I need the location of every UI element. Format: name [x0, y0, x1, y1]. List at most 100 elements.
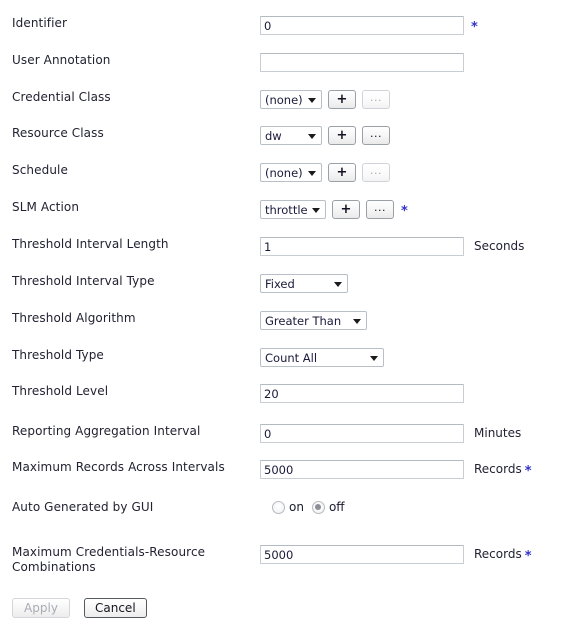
chevron-down-icon [334, 281, 342, 287]
cancel-button[interactable]: Cancel [84, 598, 147, 618]
slm-configuration-form: Identifier * User Annotation Credential … [0, 0, 580, 629]
field-control-reporting-aggregation-interval [260, 424, 464, 443]
form-row-auto-generated-by-gui: Auto Generated by GUI on off [0, 500, 580, 532]
field-label-maximum-credentials-resource-combinations: Maximum Credentials-Resource Combination… [12, 545, 252, 575]
chevron-down-icon [370, 355, 378, 361]
field-control-identifier: * [260, 16, 478, 35]
field-label-auto-generated-by-gui: Auto Generated by GUI [12, 500, 154, 514]
plus-icon: + [336, 164, 348, 180]
required-marker: * [524, 549, 532, 564]
ellipsis-icon: ... [370, 127, 382, 140]
form-row-user-annotation: User Annotation [0, 53, 580, 85]
form-row-threshold-interval-type: Threshold Interval Type Fixed [0, 274, 580, 306]
field-control-credential-class: (none) + ... [260, 90, 390, 109]
form-row-resource-class: Resource Class dw + ... [0, 126, 580, 158]
field-label-threshold-algorithm: Threshold Algorithm [12, 311, 136, 325]
form-row-slm-action: SLM Action throttle + ... * [0, 200, 580, 232]
radio-option-off[interactable]: off [311, 500, 345, 514]
field-label-threshold-type: Threshold Type [12, 348, 104, 362]
threshold-level-input[interactable] [260, 384, 464, 403]
form-row-maximum-records-across-intervals: Maximum Records Across Intervals Records… [0, 460, 580, 492]
field-control-slm-action: throttle + ... * [260, 200, 408, 219]
field-control-threshold-type: Count All [260, 348, 384, 367]
field-control-maximum-credentials-resource-combinations [260, 545, 464, 564]
schedule-add-button[interactable]: + [328, 163, 356, 182]
form-row-maximum-credentials-resource-combinations: Maximum Credentials-Resource Combination… [0, 545, 580, 577]
required-marker: * [471, 20, 478, 35]
resource-class-add-button[interactable]: + [328, 126, 356, 145]
threshold-interval-type-select[interactable]: Fixed [260, 274, 348, 293]
credential-class-value: (none) [265, 92, 303, 107]
slm-action-select[interactable]: throttle [260, 200, 326, 219]
reporting-aggregation-interval-input[interactable] [260, 424, 464, 443]
field-control-threshold-interval-length [260, 237, 464, 256]
resource-class-select[interactable]: dw [260, 126, 322, 145]
plus-icon: + [336, 91, 348, 107]
unit-text: Records [474, 462, 522, 476]
field-label-reporting-aggregation-interval: Reporting Aggregation Interval [12, 424, 201, 438]
field-label-threshold-interval-length: Threshold Interval Length [12, 237, 169, 251]
chevron-down-icon [308, 97, 316, 103]
radio-button-off[interactable] [311, 500, 325, 514]
resource-class-value: dw [265, 128, 282, 143]
radio-label-off: off [328, 500, 345, 514]
threshold-type-select[interactable]: Count All [260, 348, 384, 367]
threshold-type-value: Count All [265, 350, 318, 365]
chevron-down-icon [308, 170, 316, 176]
radio-option-on[interactable]: on [272, 500, 304, 514]
plus-icon: + [340, 201, 352, 217]
field-label-user-annotation: User Annotation [12, 53, 111, 67]
field-control-threshold-interval-type: Fixed [260, 274, 348, 293]
field-control-threshold-algorithm: Greater Than [260, 311, 367, 330]
field-label-line-1: Maximum Credentials-Resource [12, 545, 206, 559]
field-label-threshold-level: Threshold Level [12, 384, 109, 398]
chevron-down-icon [308, 133, 316, 139]
threshold-algorithm-select[interactable]: Greater Than [260, 311, 367, 330]
schedule-select[interactable]: (none) [260, 163, 322, 182]
threshold-interval-length-input[interactable] [260, 237, 464, 256]
auto-generated-radio-group: on off [272, 500, 353, 514]
field-label-maximum-records-across-intervals: Maximum Records Across Intervals [12, 460, 225, 474]
resource-class-more-button[interactable]: ... [362, 126, 390, 145]
form-row-threshold-interval-length: Threshold Interval Length Seconds [0, 237, 580, 269]
apply-button[interactable]: Apply [12, 598, 70, 618]
unit-label-seconds: Seconds [474, 239, 525, 253]
maximum-credentials-resource-combinations-input[interactable] [260, 545, 464, 564]
radio-button-on[interactable] [272, 500, 285, 514]
form-row-threshold-algorithm: Threshold Algorithm Greater Than [0, 311, 580, 343]
form-actions: Apply Cancel [12, 598, 147, 618]
schedule-more-button[interactable]: ... [362, 163, 390, 182]
field-label-threshold-interval-type: Threshold Interval Type [12, 274, 155, 288]
field-label-resource-class: Resource Class [12, 126, 104, 140]
required-marker: * [401, 204, 408, 219]
field-label-line-2: Combinations [12, 560, 96, 574]
user-annotation-input[interactable] [260, 53, 464, 72]
slm-action-add-button[interactable]: + [332, 200, 360, 219]
slm-action-more-button[interactable]: ... [366, 200, 394, 219]
credential-class-select[interactable]: (none) [260, 90, 322, 109]
field-control-threshold-level [260, 384, 464, 403]
form-row-identifier: Identifier * [0, 16, 580, 48]
ellipsis-icon: ... [374, 201, 386, 214]
chevron-down-icon [312, 207, 320, 213]
field-label-identifier: Identifier [12, 16, 68, 30]
maximum-records-across-intervals-input[interactable] [260, 460, 464, 479]
form-row-threshold-type: Threshold Type Count All [0, 348, 580, 380]
unit-label-minutes: Minutes [474, 426, 522, 440]
field-control-user-annotation [260, 53, 464, 72]
field-label-credential-class: Credential Class [12, 90, 111, 104]
unit-label-records: Records * [474, 462, 532, 478]
identifier-input[interactable] [260, 16, 464, 35]
credential-class-more-button[interactable]: ... [362, 90, 390, 109]
field-control-schedule: (none) + ... [260, 163, 390, 182]
schedule-value: (none) [265, 165, 303, 180]
ellipsis-icon: ... [370, 164, 382, 177]
threshold-algorithm-value: Greater Than [265, 313, 342, 328]
radio-label-on: on [289, 500, 304, 514]
credential-class-add-button[interactable]: + [328, 90, 356, 109]
unit-label-records: Records * [474, 547, 532, 564]
field-control-resource-class: dw + ... [260, 126, 390, 145]
plus-icon: + [336, 127, 348, 143]
form-row-threshold-level: Threshold Level [0, 384, 580, 416]
field-label-slm-action: SLM Action [12, 200, 80, 214]
